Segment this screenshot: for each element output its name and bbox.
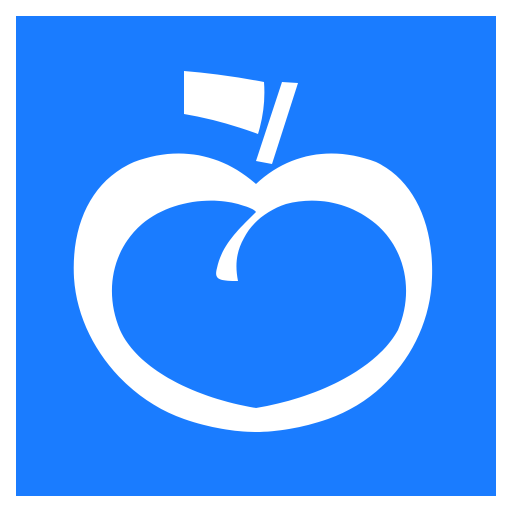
peach-icon [16, 16, 496, 496]
icon-canvas [0, 0, 512, 512]
app-icon[interactable] [16, 16, 496, 496]
